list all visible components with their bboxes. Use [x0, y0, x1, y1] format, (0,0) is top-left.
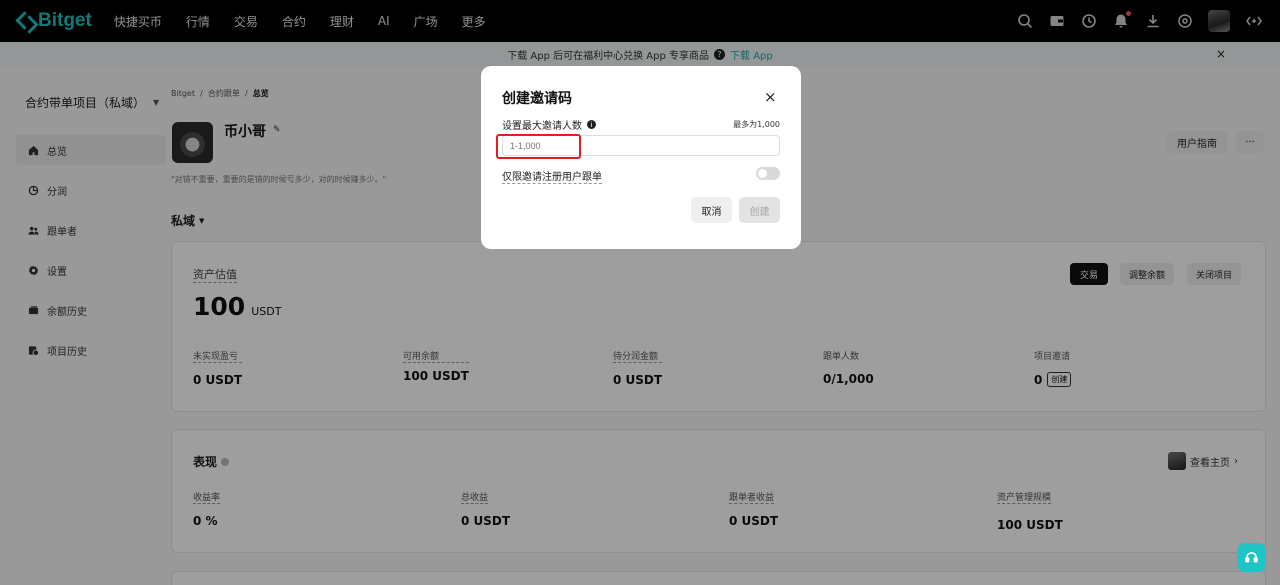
headset-icon: [1245, 552, 1258, 563]
cancel-button[interactable]: 取消: [691, 197, 732, 223]
max-invites-label: 设置最大邀请人数: [502, 121, 582, 132]
modal-title: 创建邀请码: [502, 91, 572, 107]
registered-only-toggle[interactable]: [756, 167, 780, 180]
highlight-box: [496, 134, 581, 159]
create-invite-modal: 创建邀请码 × 设置最大邀请人数 i 最多为1,000 仅限邀请注册用户跟单 取…: [481, 66, 801, 249]
create-button[interactable]: 创建: [739, 197, 780, 223]
support-chat-button[interactable]: [1237, 543, 1266, 572]
info-icon[interactable]: i: [587, 120, 596, 129]
close-icon[interactable]: ×: [764, 88, 777, 106]
max-invites-hint: 最多为1,000: [733, 120, 780, 129]
registered-only-label: 仅限邀请注册用户跟单: [502, 168, 602, 184]
max-invites-label-row: 设置最大邀请人数 i: [502, 117, 596, 132]
